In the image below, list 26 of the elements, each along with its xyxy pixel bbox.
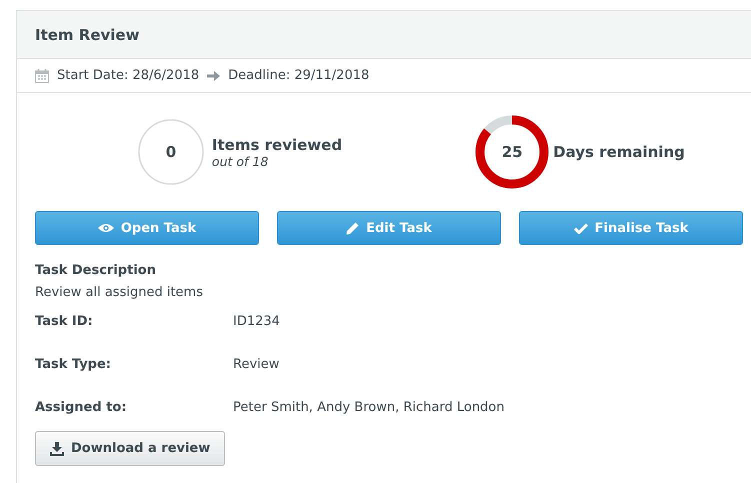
gauge-sublabel: out of 18 xyxy=(212,154,270,168)
field-value: Review xyxy=(233,357,280,372)
gauge-label: Days remaining xyxy=(553,143,685,161)
field-label: Task Type: xyxy=(35,357,112,372)
panel-title: Item Review xyxy=(35,26,140,44)
gauge-value: 25 xyxy=(502,144,523,160)
calendar-icon xyxy=(35,68,49,82)
finalise-task-button[interactable]: Finalise Task xyxy=(519,211,743,245)
field-label: Assigned to: xyxy=(35,400,128,415)
edit-task-button[interactable]: Edit Task xyxy=(277,211,501,245)
gauge-value: 0 xyxy=(166,144,176,160)
description-text: Review all assigned items xyxy=(35,285,204,300)
start-date: Start Date: 28/6/2018 xyxy=(57,68,200,83)
pencil-icon xyxy=(346,222,360,234)
download-button[interactable]: Download a review xyxy=(35,431,226,466)
checkmark-icon xyxy=(574,222,588,234)
gauge-label: Items reviewed xyxy=(212,136,342,154)
download-icon xyxy=(50,442,64,456)
field-value: ID1234 xyxy=(233,314,281,329)
field-label: Task ID: xyxy=(35,314,94,329)
field-value: Peter Smith, Andy Brown, Richard London xyxy=(233,400,506,415)
deadline-date: Deadline: 29/11/2018 xyxy=(228,68,370,83)
description-heading: Task Description xyxy=(35,263,157,278)
arrow-right-icon xyxy=(207,70,220,82)
view-task-button[interactable]: Open Task xyxy=(35,211,259,245)
eye-icon xyxy=(98,223,114,233)
